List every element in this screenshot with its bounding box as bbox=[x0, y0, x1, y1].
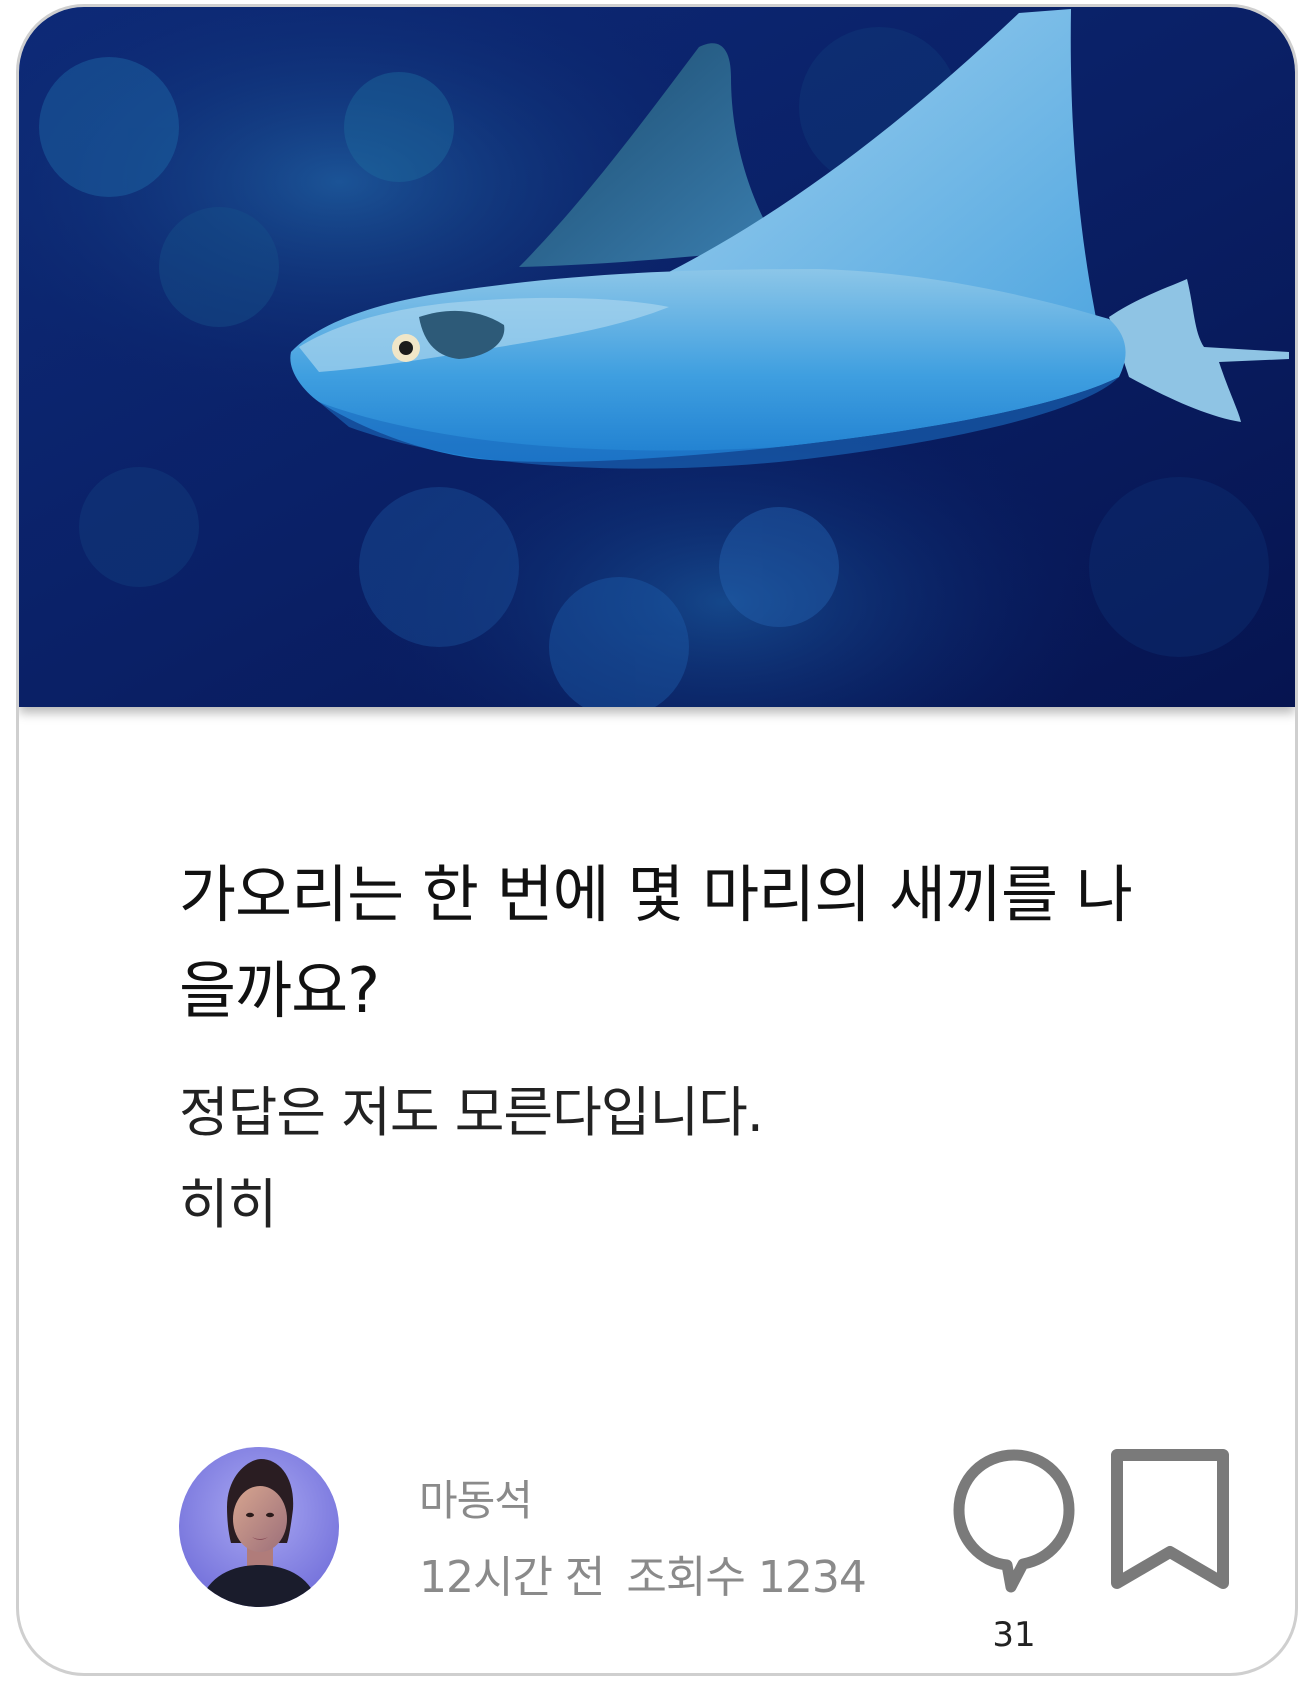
post-views: 조회수 1234 bbox=[626, 1552, 866, 1603]
bookmark-button[interactable] bbox=[1107, 1447, 1233, 1593]
manta-ray-image bbox=[19, 7, 1295, 707]
bookmark-icon bbox=[1111, 1449, 1229, 1589]
author-avatar[interactable] bbox=[179, 1447, 339, 1607]
post-title[interactable]: 가오리는 한 번에 몇 마리의 새끼를 나을까요? bbox=[179, 847, 1139, 1039]
post-meta: 12시간 전 조회수 1234 bbox=[419, 1541, 867, 1605]
post-body-line: 정답은 저도 모른다입니다. bbox=[179, 1081, 764, 1144]
post-content: 가오리는 한 번에 몇 마리의 새끼를 나을까요? 정답은 저도 모른다입니다.… bbox=[179, 847, 1139, 1251]
post-footer: 마동석 12시간 전 조회수 1234 31 bbox=[179, 1447, 1259, 1655]
avatar-portrait-icon bbox=[179, 1447, 339, 1607]
post-body: 정답은 저도 모른다입니다. 히히 bbox=[179, 1067, 1139, 1251]
post-cover-image[interactable] bbox=[19, 7, 1295, 707]
author-name[interactable]: 마동석 bbox=[419, 1467, 533, 1528]
post-time: 12시간 전 bbox=[419, 1552, 605, 1603]
speech-bubble-icon bbox=[953, 1449, 1075, 1593]
post-card[interactable]: 가오리는 한 번에 몇 마리의 새끼를 나을까요? 정답은 저도 모른다입니다.… bbox=[16, 4, 1298, 1676]
comment-button[interactable]: 31 bbox=[949, 1447, 1079, 1655]
post-body-line: 히히 bbox=[179, 1173, 277, 1236]
comment-count: 31 bbox=[992, 1615, 1036, 1655]
